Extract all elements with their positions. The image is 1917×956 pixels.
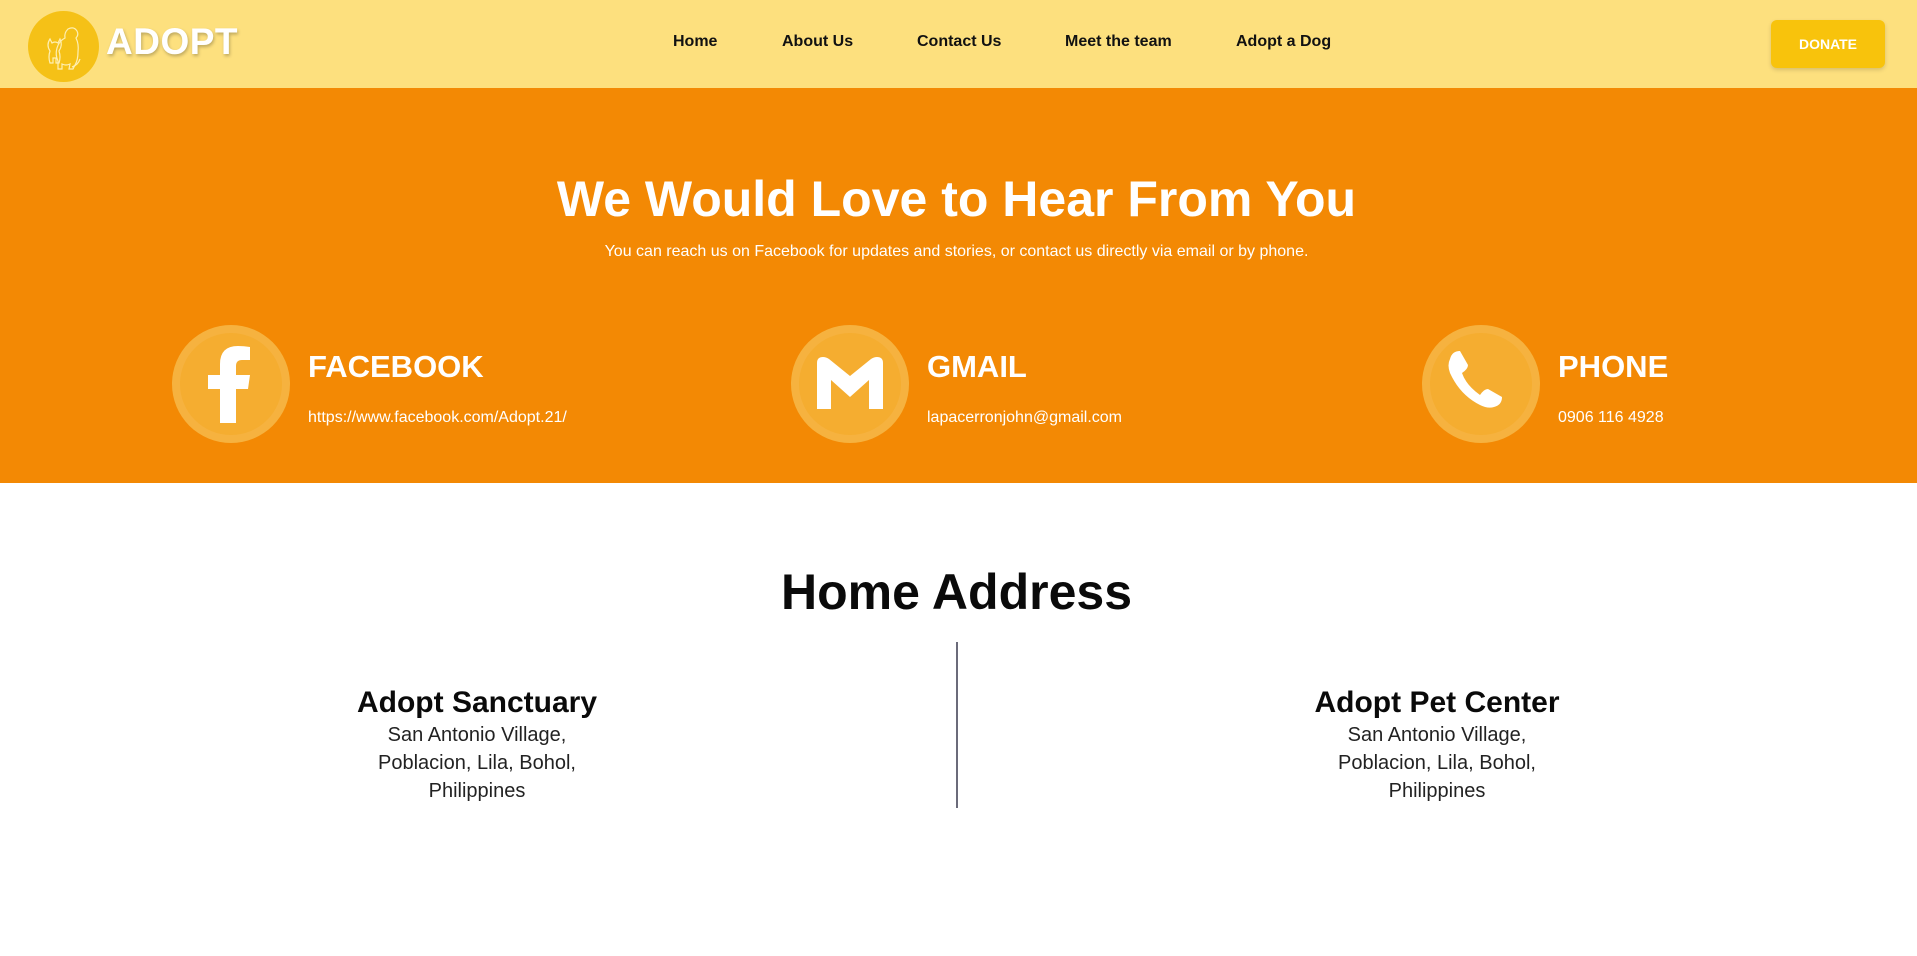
phone-number[interactable]: 0906 116 4928 xyxy=(1558,409,1664,427)
contact-title: FACEBOOK xyxy=(308,349,484,384)
facebook-link[interactable]: https://www.facebook.com/Adopt.21/ xyxy=(308,409,567,427)
gmail-icon[interactable] xyxy=(791,325,909,443)
logo-icon[interactable] xyxy=(28,11,99,82)
address-line: Poblacion, Lila, Bohol, xyxy=(1338,752,1536,774)
contact-hero: We Would Love to Hear From You You can r… xyxy=(0,88,1917,483)
hero-subtitle: You can reach us on Facebook for updates… xyxy=(604,243,1309,260)
address-name: Adopt Pet Center xyxy=(1314,686,1560,719)
site-header: ADOPT Home About Us Contact Us Meet the … xyxy=(0,0,1917,88)
donate-button[interactable]: DONATE xyxy=(1771,20,1885,68)
phone-icon[interactable] xyxy=(1422,325,1540,443)
gmail-address[interactable]: lapacerronjohn@gmail.com xyxy=(927,409,1122,427)
contact-title: PHONE xyxy=(1558,349,1669,384)
address-line: Philippines xyxy=(1388,780,1486,802)
logo-text[interactable]: ADOPT xyxy=(106,21,238,63)
address-divider xyxy=(956,642,958,808)
nav-meet-the-team[interactable]: Meet the team xyxy=(1065,33,1172,51)
address-block-pet-center: Adopt Pet Center San Antonio Village, Po… xyxy=(1237,685,1637,805)
contact-phone: PHONE 0906 116 4928 xyxy=(1422,325,1682,445)
nav-contact-us[interactable]: Contact Us xyxy=(917,33,1001,51)
address-line: Poblacion, Lila, Bohol, xyxy=(378,752,576,774)
address-name: Adopt Sanctuary xyxy=(356,686,598,719)
contact-facebook: FACEBOOK https://www.facebook.com/Adopt.… xyxy=(172,325,592,445)
facebook-icon[interactable] xyxy=(172,325,290,443)
address-line: San Antonio Village, xyxy=(1347,724,1527,746)
contact-gmail: GMAIL lapacerronjohn@gmail.com xyxy=(791,325,1151,445)
address-block-sanctuary: Adopt Sanctuary San Antonio Village, Pob… xyxy=(277,685,677,805)
nav-about-us[interactable]: About Us xyxy=(782,33,853,51)
address-line: San Antonio Village, xyxy=(387,724,567,746)
nav-adopt-a-dog[interactable]: Adopt a Dog xyxy=(1236,33,1331,51)
hero-title: We Would Love to Hear From You xyxy=(556,171,1357,227)
nav-home[interactable]: Home xyxy=(673,33,717,51)
contact-title: GMAIL xyxy=(927,349,1027,384)
address-section-title: Home Address xyxy=(780,564,1133,620)
address-line: Philippines xyxy=(428,780,526,802)
